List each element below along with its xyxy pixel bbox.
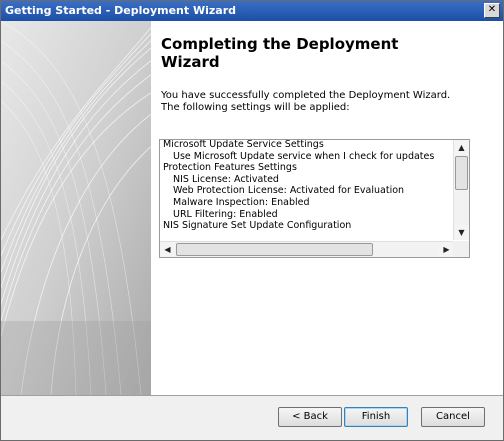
cancel-button[interactable]: Cancel — [421, 407, 485, 427]
settings-line: NIS License: Activated — [173, 173, 279, 185]
settings-line: Microsoft Update Service Settings — [163, 139, 324, 150]
wizard-content: Completing the Deployment Wizard You hav… — [151, 21, 503, 395]
back-button[interactable]: < Back — [278, 407, 342, 427]
settings-line: Malware Inspection: Enabled — [173, 196, 310, 208]
settings-line: NIS Signature Set Update Configuration — [163, 220, 352, 232]
intro-text: You have successfully completed the Depl… — [161, 90, 461, 114]
scrollbar-corner — [453, 241, 469, 257]
settings-lines: Microsoft Update Service Settings Use Mi… — [163, 139, 435, 232]
settings-line: Protection Features Settings — [163, 162, 297, 174]
intro-line-1: You have successfully completed the Depl… — [161, 90, 451, 101]
wizard-window: Getting Started - Deployment Wizard ✕ Co… — [0, 0, 504, 441]
finish-button[interactable]: Finish — [344, 407, 408, 427]
settings-line: Web Protection License: Activated for Ev… — [173, 185, 405, 197]
title-bar[interactable]: Getting Started - Deployment Wizard ✕ — [1, 1, 503, 21]
button-bar: < Back Finish Cancel — [1, 395, 503, 440]
horizontal-scrollbar[interactable]: ◀ ▶ — [160, 241, 454, 257]
settings-summary-box[interactable]: Microsoft Update Service Settings Use Mi… — [159, 139, 470, 258]
scroll-left-button[interactable]: ◀ — [160, 242, 175, 257]
vertical-scrollbar[interactable]: ▲ ▼ — [453, 140, 469, 240]
horizontal-scroll-thumb[interactable] — [176, 243, 373, 256]
wizard-side-graphic — [1, 21, 151, 395]
scroll-down-button[interactable]: ▼ — [454, 225, 469, 240]
settings-line: Use Microsoft Update service when I chec… — [173, 150, 435, 162]
intro-line-2: The following settings will be applied: — [161, 102, 350, 113]
vertical-scroll-thumb[interactable] — [455, 156, 468, 190]
settings-line: URL Filtering: Enabled — [173, 208, 278, 220]
decorative-swoosh-graphic — [1, 21, 151, 395]
page-heading: Completing the Deployment Wizard — [161, 35, 399, 71]
scroll-up-button[interactable]: ▲ — [454, 140, 469, 155]
scroll-right-button[interactable]: ▶ — [439, 242, 454, 257]
window-title: Getting Started - Deployment Wizard — [5, 4, 236, 17]
close-button[interactable]: ✕ — [484, 3, 500, 18]
